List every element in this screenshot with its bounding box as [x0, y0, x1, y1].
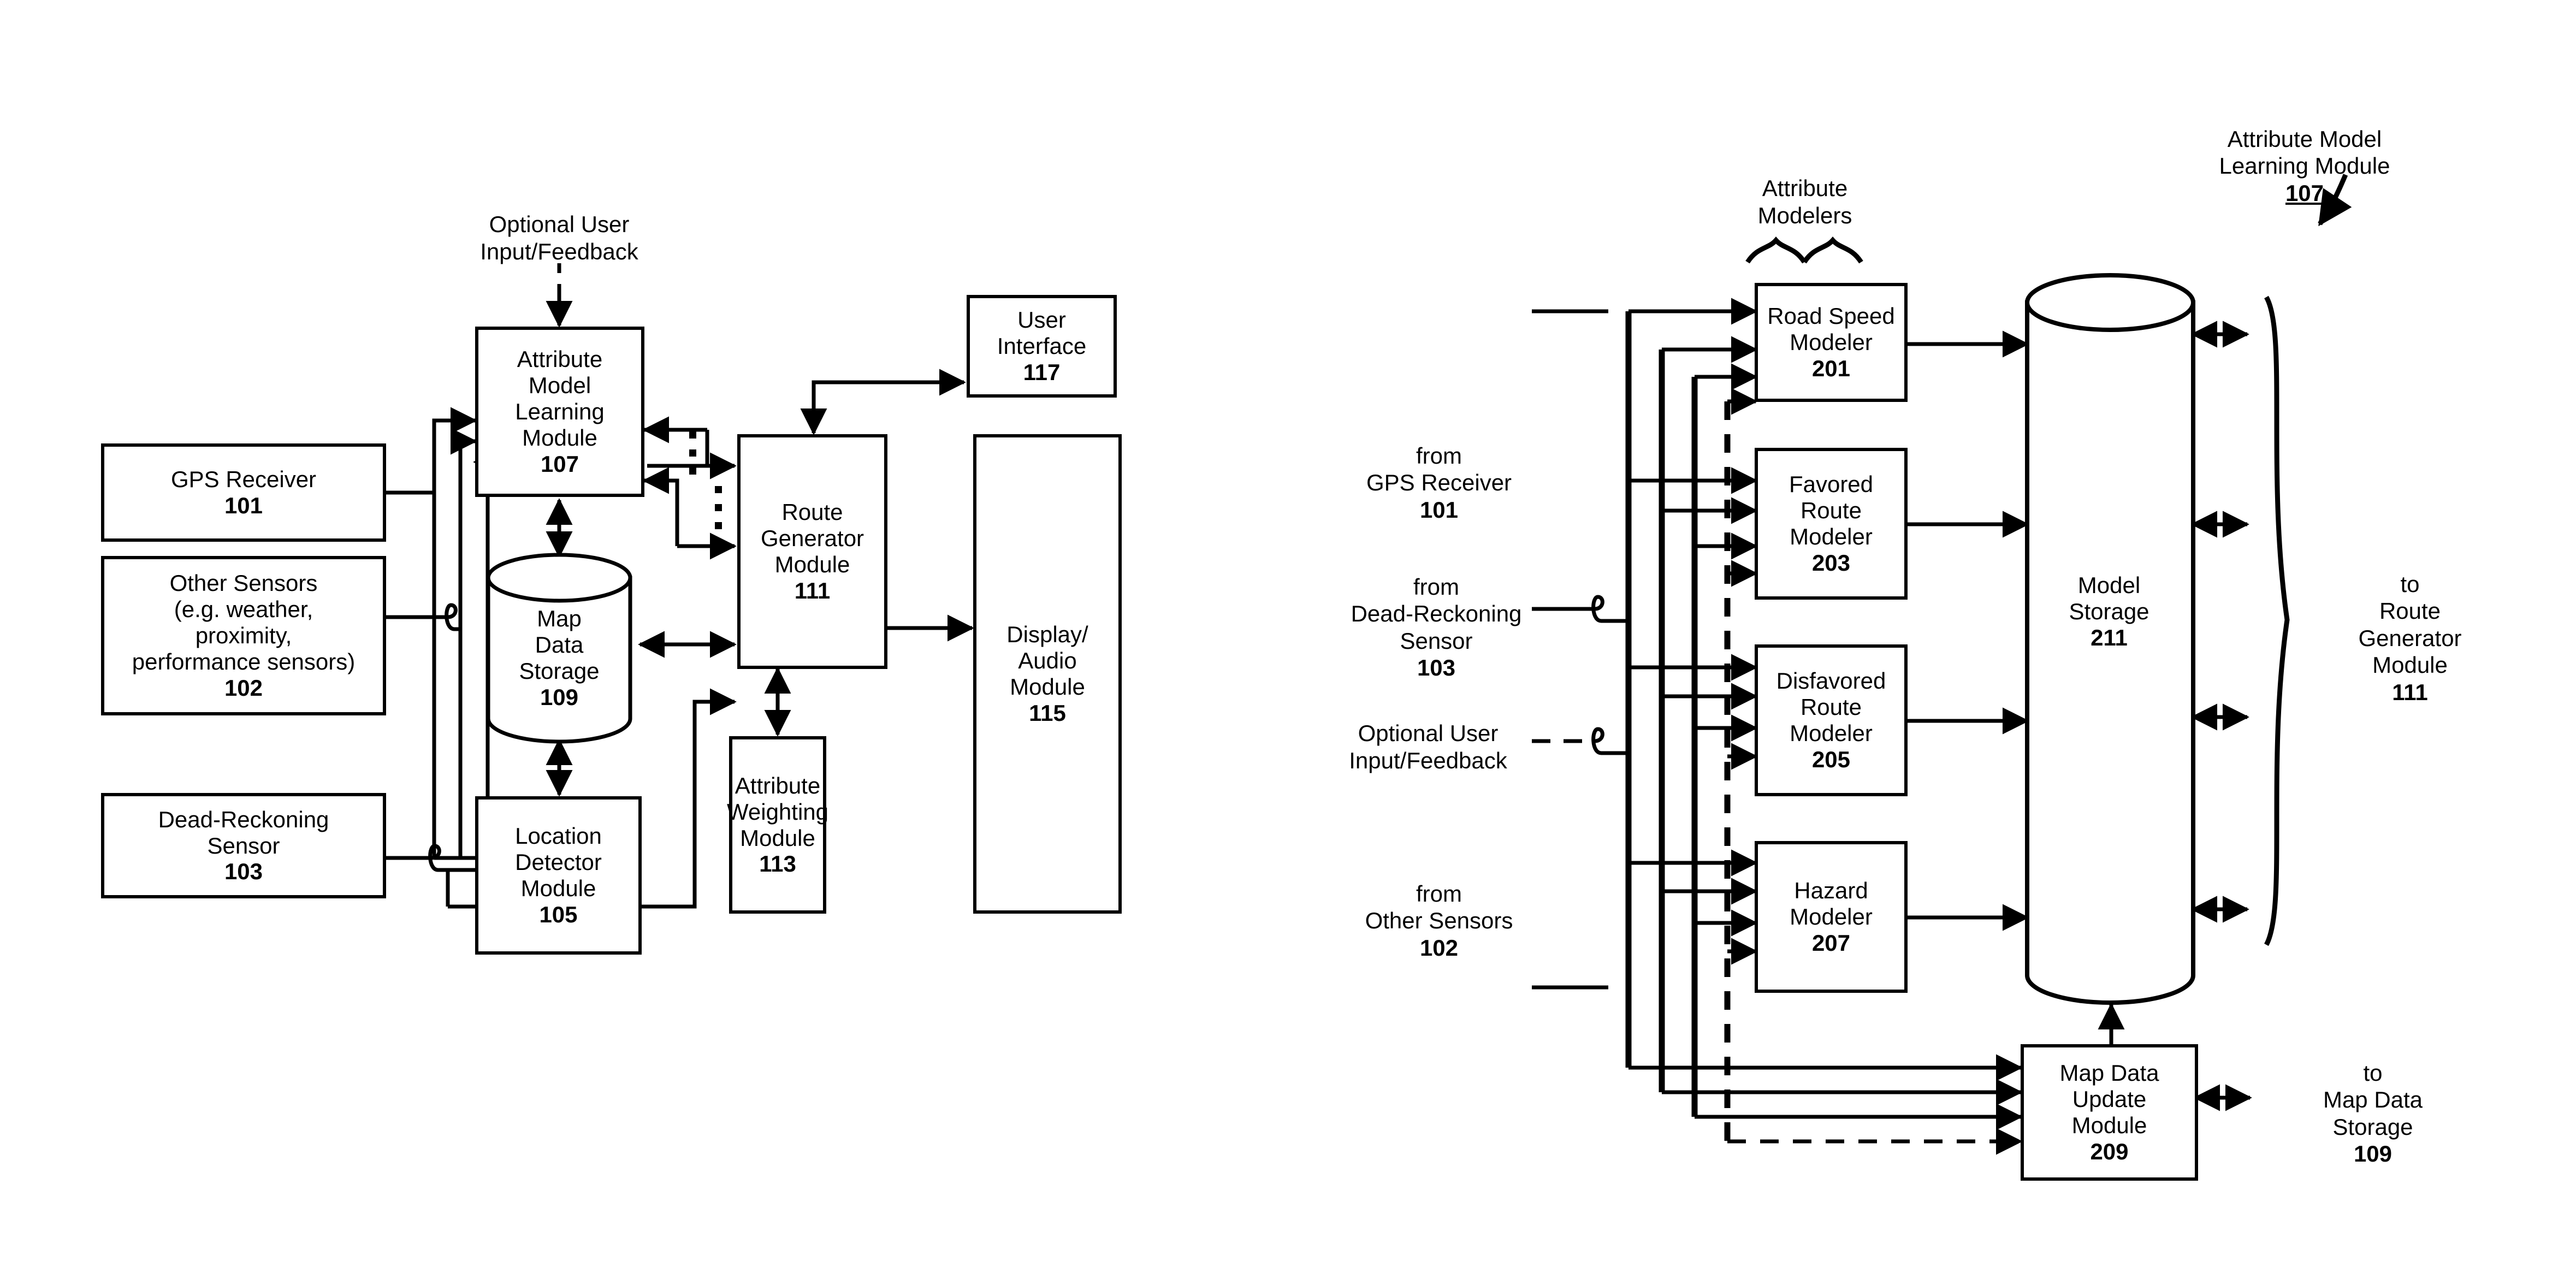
arrow-bus2-to-amlm [450, 428, 477, 559]
wire-rg-amlm-a-v [647, 430, 709, 468]
box-favored-route-modeler-num: 203 [1811, 549, 1851, 576]
label-amlm-107-num: 107 [2285, 180, 2324, 206]
box-model-storage-num: 211 [2091, 624, 2128, 650]
label-amlm-107-text: Attribute Model Learning Module [2219, 126, 2390, 179]
box-user-interface-num: 117 [1023, 359, 1061, 385]
box-amlm-title: Attribute Model Learning Module [515, 346, 605, 451]
label-attribute-model-learning-module-107: Attribute Model Learning Module 107 [2206, 98, 2403, 234]
box-route-generator-title: Route Generator Module [760, 499, 864, 577]
box-gps-receiver-num: 101 [224, 493, 263, 518]
box-display-audio-module: Display/ Audio Module 115 [973, 434, 1122, 914]
box-map-data-update-title: Map Data Update Module [2059, 1060, 2159, 1138]
label-to-rg-num: 111 [2392, 679, 2428, 705]
brace-attribute-modelers-right [1802, 236, 1863, 264]
label-to-map-data-storage: to Map Data Storage 109 [2283, 1032, 2463, 1194]
box-map-data-update-module: Map Data Update Module 209 [2021, 1044, 2198, 1181]
box-other-sensors-title: Other Sensors (e.g. weather, proximity, … [132, 570, 356, 674]
label-optional-user-input-right: Optional User Input/Feedback [1349, 720, 1507, 773]
box-location-detector-module: Location Detector Module 105 [475, 796, 642, 955]
box-user-interface-title: User Interface [997, 307, 1087, 359]
box-route-generator-module: Route Generator Module 111 [737, 434, 887, 669]
box-dead-reckoning-sensor-title: Dead-Reckoning Sensor [158, 806, 329, 858]
box-map-data-storage-title: Map Data Storage [519, 606, 600, 684]
arrow-routegen-to-ui-h [812, 369, 966, 431]
arrow-rg-to-amlm-bottom [642, 467, 679, 546]
label-from-gps-receiver: from GPS Receiver 101 [1341, 415, 1537, 550]
feed-optional-hop [1591, 727, 1628, 755]
label-from-other-text: from Other Sensors [1365, 880, 1513, 934]
box-disfavored-route-modeler-num: 205 [1811, 746, 1851, 772]
box-hazard-modeler: Hazard Modeler 207 [1755, 841, 1908, 993]
label-from-other-sensors: from Other Sensors 102 [1338, 853, 1540, 988]
box-display-audio-num: 115 [1029, 700, 1066, 726]
label-from-gps-num: 101 [1419, 496, 1459, 523]
box-hazard-modeler-num: 207 [1811, 929, 1851, 956]
label-to-rg-text: to Route Generator Module [2358, 571, 2462, 678]
label-from-dr-text: from Dead-Reckoning Sensor [1351, 573, 1522, 654]
box-map-data-storage-num: 109 [540, 684, 579, 710]
box-amlm-num: 107 [540, 451, 579, 477]
box-route-generator-num: 111 [794, 577, 831, 603]
box-dead-reckoning-sensor: Dead-Reckoning Sensor 103 [101, 793, 386, 898]
box-attribute-weighting-title: Attribute Weighting Module [727, 772, 829, 851]
box-map-data-storage: Map Data Storage 109 [485, 584, 633, 732]
label-to-mds-text: to Map Data Storage [2323, 1059, 2423, 1140]
label-to-mds-num: 109 [2353, 1141, 2393, 1167]
box-disfavored-route-modeler-title: Disfavored Route Modeler [1776, 668, 1886, 746]
brace-route-generator [2264, 295, 2290, 946]
patent-figure-canvas: GPS Receiver 101 Other Sensors (e.g. wea… [0, 0, 2576, 1279]
box-favored-route-modeler: Favored Route Modeler 203 [1755, 448, 1908, 600]
box-map-data-update-num: 209 [2090, 1138, 2129, 1164]
label-from-gps-text: from GPS Receiver [1366, 442, 1512, 496]
box-road-speed-modeler-title: Road Speed Modeler [1767, 303, 1895, 356]
label-from-other-num: 102 [1419, 934, 1459, 961]
box-gps-receiver-title: GPS Receiver [170, 466, 317, 493]
box-dead-reckoning-sensor-num: 103 [224, 858, 263, 885]
box-road-speed-modeler-num: 201 [1811, 355, 1851, 381]
feed-deadreck-hop [1591, 595, 1628, 623]
box-disfavored-route-modeler: Disfavored Route Modeler 205 [1755, 644, 1908, 796]
box-attribute-weighting-num: 113 [759, 851, 796, 877]
box-other-sensors-num: 102 [224, 674, 263, 701]
box-other-sensors: Other Sensors (e.g. weather, proximity, … [101, 556, 386, 715]
box-model-storage-title: Model Storage [2069, 572, 2149, 625]
brace-attribute-modelers-left [1745, 236, 1807, 264]
box-location-detector-title: Location Detector Module [515, 823, 602, 901]
label-from-dr-num: 103 [1417, 655, 1456, 681]
box-road-speed-modeler: Road Speed Modeler 201 [1755, 283, 1908, 402]
label-to-route-generator-module: to Route Generator Module 111 [2320, 543, 2500, 733]
box-favored-route-modeler-title: Favored Route Modeler [1789, 471, 1874, 549]
label-from-dead-reckoning-sensor: from Dead-Reckoning Sensor 103 [1333, 546, 1540, 708]
box-attribute-model-learning-module: Attribute Model Learning Module 107 [475, 327, 644, 497]
wire-othersensors-hop [445, 603, 460, 631]
label-optional-user-input-left: Optional User Input/Feedback [480, 211, 638, 264]
box-user-interface: User Interface 117 [967, 295, 1117, 398]
box-hazard-modeler-title: Hazard Modeler [1790, 878, 1873, 930]
box-gps-receiver: GPS Receiver 101 [101, 443, 386, 542]
box-model-storage: Model Storage 211 [2027, 557, 2191, 666]
box-location-detector-num: 105 [539, 901, 578, 927]
box-display-audio-title: Display/ Audio Module [1006, 621, 1088, 700]
arrow-locdet-to-routegen [642, 688, 737, 909]
label-attribute-modelers: Attribute Modelers [1757, 175, 1852, 228]
box-attribute-weighting-module: Attribute Weighting Module 113 [727, 736, 829, 914]
